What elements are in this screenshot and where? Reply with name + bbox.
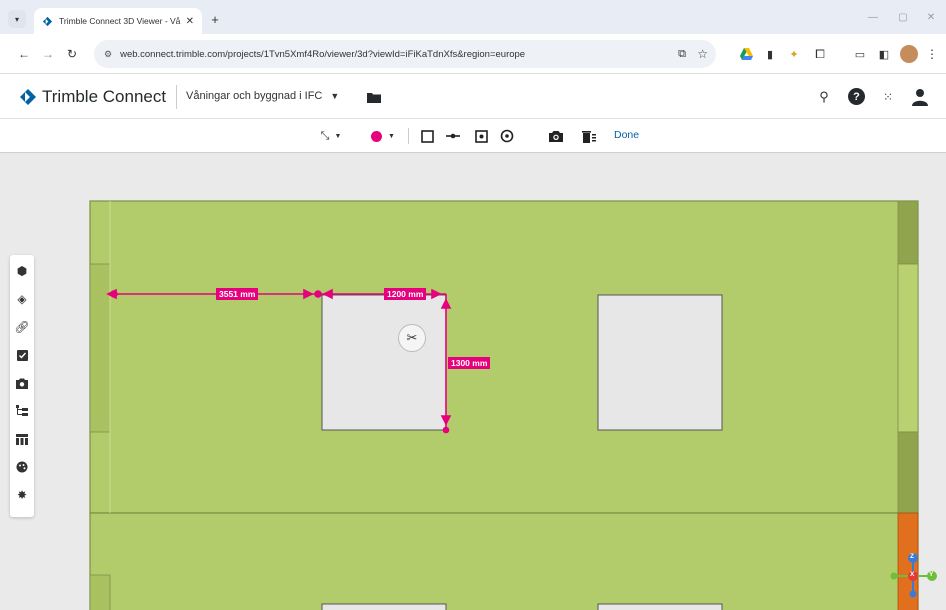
- window-opening[interactable]: [321, 294, 447, 431]
- measure-toolbar: ⤡ ▼ ▼ Done: [0, 119, 946, 153]
- site-settings-icon[interactable]: ⚙: [104, 49, 112, 60]
- dimension-label[interactable]: 1200 mm: [384, 288, 427, 300]
- caret-down-icon: ▼: [388, 132, 395, 140]
- back-button[interactable]: ←: [16, 46, 32, 62]
- url-text: web.connect.trimble.com/projects/1Tvn5Xm…: [120, 48, 526, 60]
- tab-title: Trimble Connect 3D Viewer - Vå: [59, 16, 181, 26]
- point-to-point-icon[interactable]: [444, 127, 462, 145]
- trimble-logo-icon: [42, 16, 53, 26]
- install-app-icon[interactable]: ⧉: [678, 48, 686, 61]
- axis-gizmo[interactable]: Z X Y: [884, 548, 944, 608]
- scissors-icon[interactable]: ✂: [398, 324, 426, 352]
- point-snap-icon[interactable]: [472, 127, 490, 145]
- help-icon[interactable]: ?: [848, 88, 865, 105]
- clear-measurements-icon[interactable]: [580, 127, 598, 145]
- google-drive-icon[interactable]: [738, 46, 754, 62]
- area-measure-icon[interactable]: [418, 127, 436, 145]
- folder-icon[interactable]: [366, 89, 382, 105]
- done-button[interactable]: Done: [614, 129, 639, 141]
- apps-grid-icon[interactable]: ⁙: [880, 89, 896, 105]
- caret-down-icon: ▼: [330, 91, 340, 101]
- layers-icon[interactable]: ◈: [10, 287, 34, 311]
- window-opening[interactable]: [597, 294, 723, 431]
- window-opening[interactable]: [321, 603, 447, 610]
- wall-panel-upper[interactable]: [89, 200, 919, 514]
- wall-panel-lower[interactable]: [89, 512, 919, 610]
- user-account-icon[interactable]: [910, 87, 930, 107]
- profile-avatar-icon[interactable]: [900, 45, 918, 63]
- checklist-icon[interactable]: [10, 343, 34, 367]
- color-picker-dropdown[interactable]: ▼: [366, 127, 400, 145]
- project-selector[interactable]: Våningar och byggnad i IFC ▼: [186, 90, 339, 102]
- paint-icon[interactable]: [10, 455, 34, 479]
- extension-icon[interactable]: ▮: [762, 46, 778, 62]
- snapshot-camera-icon[interactable]: [546, 126, 566, 146]
- header-divider: [176, 85, 177, 109]
- color-dot-icon: [371, 130, 383, 142]
- wall-edge-left-lower: [89, 574, 111, 610]
- close-window-button[interactable]: ✕: [924, 10, 938, 24]
- browser-tab[interactable]: Trimble Connect 3D Viewer - Vå ✕: [34, 8, 202, 34]
- wall-edge-left: [89, 263, 111, 433]
- cast-icon[interactable]: ▭: [852, 46, 868, 62]
- axis-z-label: Z: [910, 553, 914, 560]
- minimize-button[interactable]: —: [866, 10, 880, 24]
- 3d-viewer-canvas[interactable]: 3551 mm 1200 mm 1300 mm ✂ Z X Y: [0, 153, 946, 610]
- measure-mode-dropdown[interactable]: ⤡ ▼: [314, 127, 348, 145]
- trimble-logo-icon: [18, 87, 38, 107]
- toolbar-divider: [408, 128, 409, 144]
- table-icon[interactable]: [10, 427, 34, 451]
- extensions-puzzle-icon[interactable]: ⧠: [812, 46, 828, 62]
- bookmark-star-icon[interactable]: ☆: [697, 47, 708, 61]
- reload-button[interactable]: ↻: [64, 46, 80, 62]
- search-icon[interactable]: ⚲: [816, 89, 832, 105]
- wall-edge-right: [897, 200, 919, 265]
- caret-down-icon: ▼: [334, 132, 342, 140]
- extension-icon[interactable]: ✦: [786, 46, 802, 62]
- side-toolbar: ⬢ ◈ 🔗︎ ✸: [10, 255, 34, 517]
- browser-navbar: ← → ↻ ⚙ web.connect.trimble.com/projects…: [0, 34, 946, 74]
- side-panel-icon[interactable]: ◧: [876, 46, 892, 62]
- camera-icon[interactable]: [10, 371, 34, 395]
- maximize-button[interactable]: ▢: [896, 10, 910, 24]
- dimension-label[interactable]: 1300 mm: [448, 357, 491, 369]
- axis-x-label: X: [910, 571, 915, 578]
- link-icon[interactable]: 🔗︎: [10, 315, 34, 339]
- axis-measure-icon: ⤡: [320, 129, 330, 142]
- axis-y-label: Y: [929, 571, 934, 578]
- project-name: Våningar och byggnad i IFC: [186, 90, 323, 102]
- chrome-menu-icon[interactable]: ⋮: [926, 46, 938, 62]
- window-opening[interactable]: [597, 603, 723, 610]
- brand-name[interactable]: Trimble Connect: [42, 87, 166, 107]
- tab-list-button[interactable]: ▾: [8, 10, 26, 28]
- forward-button[interactable]: →: [40, 46, 56, 62]
- wall-edge-right: [897, 431, 919, 514]
- address-bar[interactable]: ⚙ web.connect.trimble.com/projects/1Tvn5…: [94, 40, 716, 68]
- close-icon[interactable]: ✕: [186, 16, 194, 27]
- settings-icon[interactable]: ✸: [10, 483, 34, 507]
- wall-edge-right: [897, 263, 919, 433]
- tree-icon[interactable]: [10, 399, 34, 423]
- cube-icon[interactable]: ⬢: [10, 259, 34, 283]
- app-header: Trimble Connect Våningar och byggnad i I…: [0, 75, 946, 119]
- browser-tab-strip: ▾ Trimble Connect 3D Viewer - Vå ✕ + — ▢…: [0, 0, 946, 34]
- model-view[interactable]: [0, 153, 946, 610]
- center-snap-icon[interactable]: [498, 127, 516, 145]
- dimension-label[interactable]: 3551 mm: [216, 288, 259, 300]
- new-tab-button[interactable]: +: [208, 12, 222, 27]
